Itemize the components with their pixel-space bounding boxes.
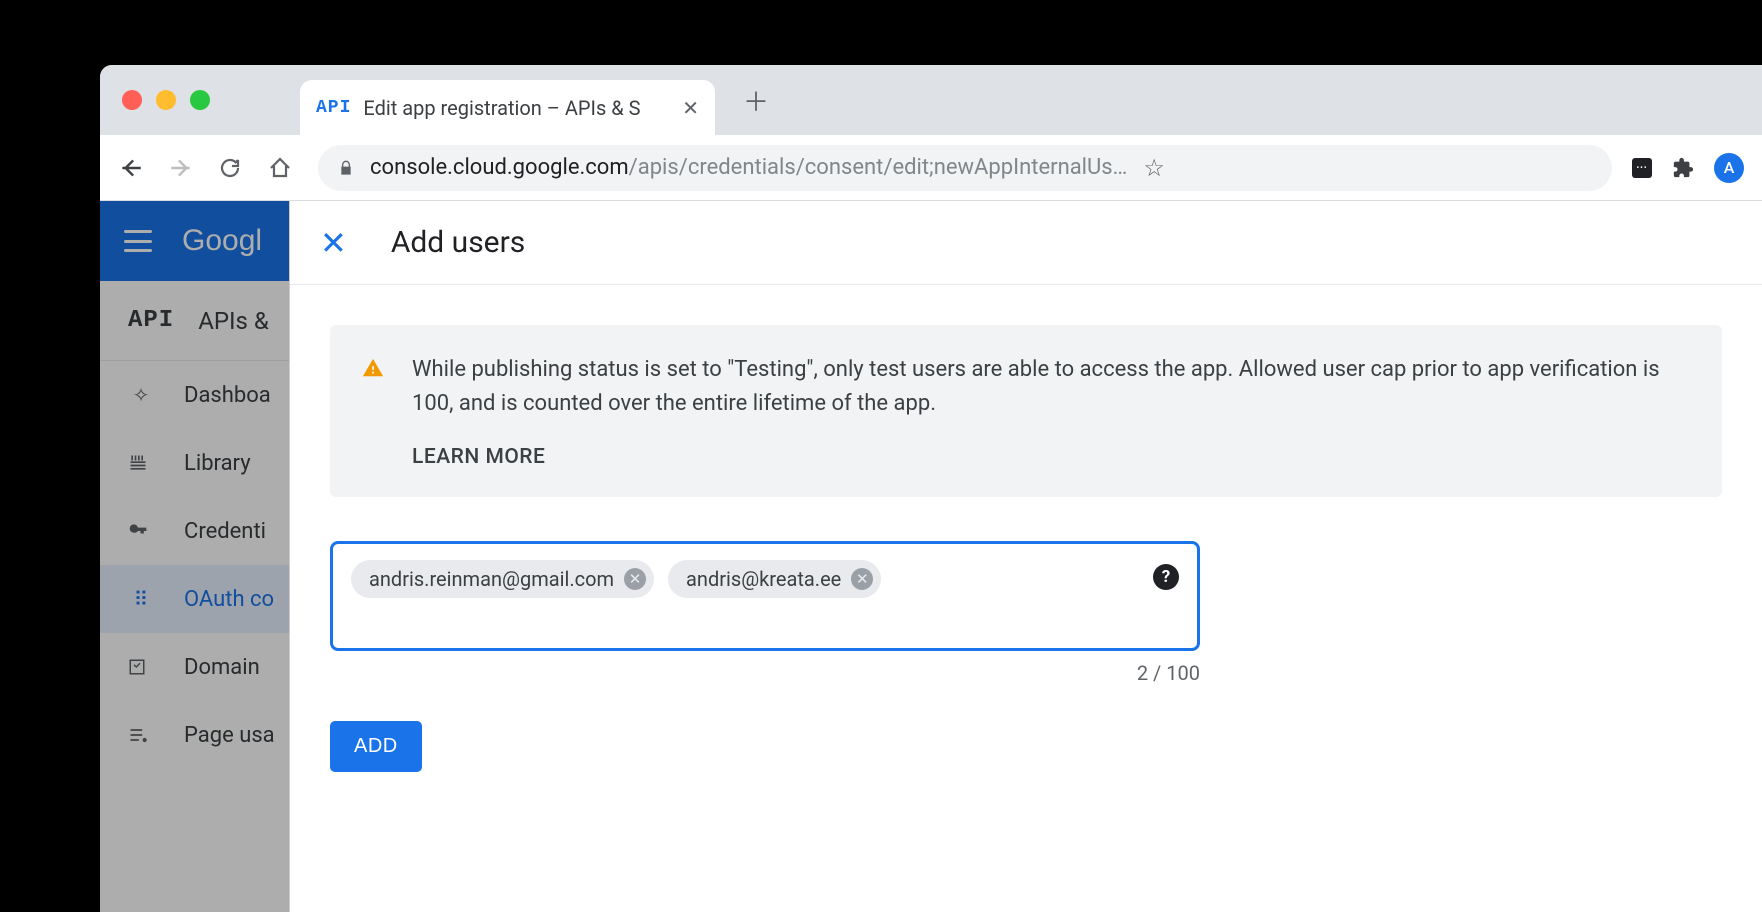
- bookmark-star-icon[interactable]: ☆: [1143, 154, 1165, 182]
- user-chip: andris.reinman@gmail.com ✕: [351, 560, 654, 598]
- browser-tab[interactable]: API Edit app registration – APIs & S ✕: [300, 80, 715, 135]
- warning-icon: [362, 357, 384, 379]
- info-text: While publishing status is set to "Testi…: [412, 353, 1690, 421]
- user-counter: 2 / 100: [330, 661, 1200, 685]
- chip-remove-button[interactable]: ✕: [624, 568, 646, 590]
- tab-strip: API Edit app registration – APIs & S ✕ ＋: [100, 65, 1762, 135]
- info-content: While publishing status is set to "Testi…: [412, 353, 1690, 469]
- chip-label: andris.reinman@gmail.com: [369, 567, 614, 591]
- info-banner: While publishing status is set to "Testi…: [330, 325, 1722, 497]
- window-maximize-button[interactable]: [190, 90, 210, 110]
- learn-more-link[interactable]: LEARN MORE: [412, 445, 1690, 469]
- chip-list: andris.reinman@gmail.com ✕ andris@kreata…: [351, 560, 1179, 598]
- extensions-icon[interactable]: [1672, 157, 1694, 179]
- panel-header: ✕ Add users: [290, 201, 1762, 285]
- tab-favicon: API: [316, 98, 351, 118]
- tab-title: Edit app registration – APIs & S: [363, 96, 670, 120]
- chip-label: andris@kreata.ee: [686, 567, 841, 591]
- modal-scrim[interactable]: [100, 201, 290, 912]
- extension-1password-icon[interactable]: [1632, 158, 1652, 178]
- reload-button[interactable]: [218, 156, 248, 180]
- window-controls: [122, 90, 210, 110]
- chip-remove-button[interactable]: ✕: [851, 568, 873, 590]
- url-text: console.cloud.google.com/apis/credential…: [370, 155, 1127, 180]
- back-button[interactable]: [118, 155, 148, 181]
- url-path: /apis/credentials/consent/edit;newAppInt…: [629, 155, 1128, 180]
- home-button[interactable]: [268, 156, 298, 180]
- add-button[interactable]: ADD: [330, 721, 422, 772]
- toolbar: console.cloud.google.com/apis/credential…: [100, 135, 1762, 201]
- panel-body: While publishing status is set to "Testi…: [290, 285, 1762, 812]
- tab-close-button[interactable]: ✕: [682, 96, 699, 120]
- add-users-panel: ✕ Add users While publishing status is s…: [290, 201, 1762, 912]
- profile-avatar[interactable]: A: [1714, 153, 1744, 183]
- url-host: console.cloud.google.com: [370, 155, 629, 180]
- panel-close-button[interactable]: ✕: [320, 224, 347, 262]
- window-minimize-button[interactable]: [156, 90, 176, 110]
- lock-icon: [338, 159, 354, 177]
- test-users-input[interactable]: andris.reinman@gmail.com ✕ andris@kreata…: [330, 541, 1200, 651]
- address-bar[interactable]: console.cloud.google.com/apis/credential…: [318, 145, 1612, 191]
- app-content: Googl API APIs & ✧ Dashboa Library: [100, 201, 1762, 912]
- window-close-button[interactable]: [122, 90, 142, 110]
- panel-title: Add users: [391, 225, 525, 260]
- new-tab-button[interactable]: ＋: [743, 82, 769, 119]
- help-icon[interactable]: ?: [1153, 564, 1179, 590]
- user-chip: andris@kreata.ee ✕: [668, 560, 881, 598]
- browser-window: API Edit app registration – APIs & S ✕ ＋…: [100, 65, 1762, 912]
- forward-button[interactable]: [168, 155, 198, 181]
